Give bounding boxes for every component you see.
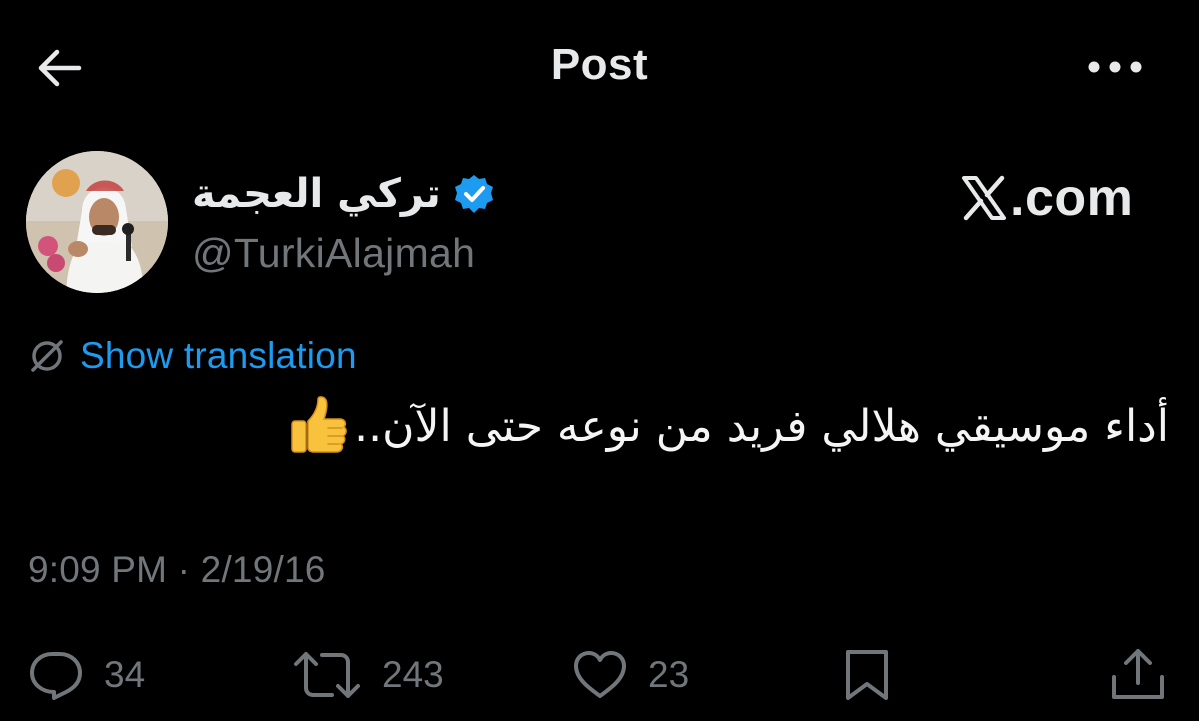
source-text: .com [1010,169,1134,227]
show-translation-link[interactable]: Show translation [28,330,357,382]
tweet-body: أداء موسيقي هلالي فريد من نوعه حتى الآن.… [288,395,1169,457]
post-timestamp[interactable]: 9:09 PM · 2/19/16 [28,549,326,591]
retweet-icon [294,652,360,698]
verified-icon [454,175,493,213]
avatar[interactable] [26,151,168,293]
retweet-count: 243 [382,654,444,695]
reply-button[interactable]: 34 [28,640,145,710]
author-name-row: تركي العجمة [192,164,495,224]
show-translation-label: Show translation [80,335,357,376]
bookmark-button[interactable] [842,640,892,710]
retweet-button[interactable]: 243 [292,640,444,710]
page-title: Post [550,40,649,89]
source-watermark: .com [960,168,1133,228]
tweet-text: أداء موسيقي هلالي فريد من نوعه حتى الآن.… [354,400,1169,452]
like-icon [574,651,626,698]
reply-count: 34 [104,654,146,695]
like-button[interactable]: 23 [572,640,689,710]
author-display-name[interactable]: تركي العجمة [192,171,441,217]
x-logo-icon [962,175,1006,221]
translate-globe-icon [31,340,63,372]
bookmark-icon [846,650,888,700]
like-count: 23 [648,654,690,695]
more-icon [1088,61,1142,73]
share-icon [1112,649,1164,699]
more-options-button[interactable] [1080,44,1150,90]
thumbs-up-icon [291,396,348,453]
share-button[interactable] [1108,640,1168,710]
reply-icon [30,652,82,700]
avatar-image [26,151,168,293]
author-handle[interactable]: @TurkiAlajmah [192,230,475,277]
